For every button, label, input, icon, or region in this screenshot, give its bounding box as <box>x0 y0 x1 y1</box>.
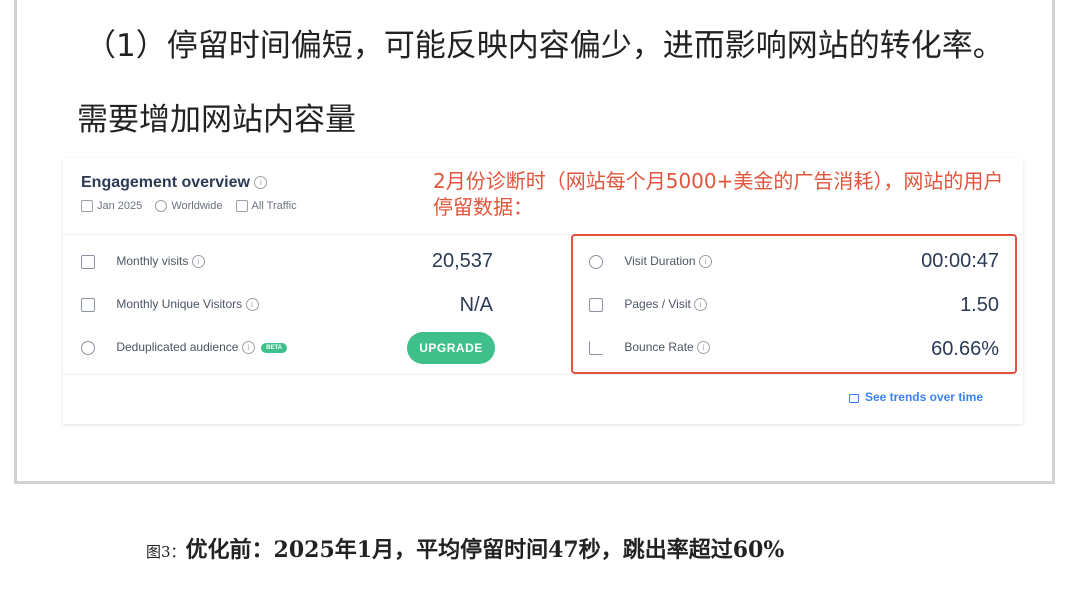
info-icon[interactable]: i <box>241 341 255 355</box>
pages-icon <box>589 297 603 312</box>
calendar-icon <box>81 200 93 213</box>
user-card-icon <box>81 297 95 312</box>
meta-region: Worldwide <box>171 200 223 212</box>
caption-text: 优化前：2025年1月，平均停留时间47秒，跳出率超过60% <box>185 537 785 563</box>
red-annotation: 2月份诊断时（网站每个月5000+美金的广告消耗），网站的用户停留数据： <box>433 169 1004 219</box>
info-icon[interactable]: i <box>191 255 205 269</box>
divider <box>63 374 1023 375</box>
lock-icon <box>848 394 859 404</box>
screenshot-frame: （1）停留时间偏短，可能反映内容偏少，进而影响网站的转化率。 需要增加网站内容量… <box>14 0 1055 484</box>
info-icon[interactable]: i <box>254 176 268 190</box>
clock-icon <box>589 254 603 269</box>
traffic-icon <box>235 200 248 213</box>
meta-date: Jan 2025 <box>97 200 143 212</box>
info-icon[interactable]: i <box>697 341 711 355</box>
metric-pages-per-visit: Pages / Visit i <box>589 297 708 317</box>
info-icon[interactable]: i <box>694 298 708 312</box>
meta-traffic: All Traffic <box>251 200 297 212</box>
calendar-icon <box>81 254 95 269</box>
unique-visitors-value: N/A <box>459 294 493 316</box>
metric-visit-duration: Visit Duration i <box>589 254 712 274</box>
visit-duration-value: 00:00:47 <box>921 250 999 272</box>
bounce-rate-value: 60.66% <box>931 338 999 360</box>
figure-caption: 图3：优化前：2025年1月，平均停留时间47秒，跳出率超过60% <box>146 532 784 564</box>
metric-bounce-rate: Bounce Rate i <box>589 340 711 360</box>
info-icon[interactable]: i <box>698 255 712 269</box>
trend-icon <box>589 340 603 355</box>
engagement-overview-card: Engagement overview i Jan 2025 Worldwide… <box>63 158 1023 424</box>
people-icon <box>81 340 95 355</box>
metric-monthly-visits: Monthly visits i <box>81 254 205 274</box>
info-icon[interactable]: i <box>245 298 259 312</box>
heading-line-1: （1）停留时间偏短，可能反映内容偏少，进而影响网站的转化率。 <box>85 28 1004 64</box>
metric-unique-visitors: Monthly Unique Visitors i <box>81 297 259 317</box>
metric-deduplicated-audience: Deduplicated audience i BETA <box>81 340 288 360</box>
monthly-visits-value: 20,537 <box>431 250 493 272</box>
heading-line-2: 需要增加网站内容量 <box>77 102 356 138</box>
pages-per-visit-value: 1.50 <box>960 294 999 316</box>
card-title: Engagement overview i <box>81 174 268 192</box>
card-meta: Jan 2025 Worldwide All Traffic <box>81 200 307 213</box>
globe-icon <box>155 200 168 213</box>
beta-badge: BETA <box>261 342 288 353</box>
see-trends-link[interactable]: See trends over time <box>848 390 983 404</box>
upgrade-button[interactable]: UPGRADE <box>407 332 495 364</box>
caption-prefix: 图3： <box>146 543 186 561</box>
